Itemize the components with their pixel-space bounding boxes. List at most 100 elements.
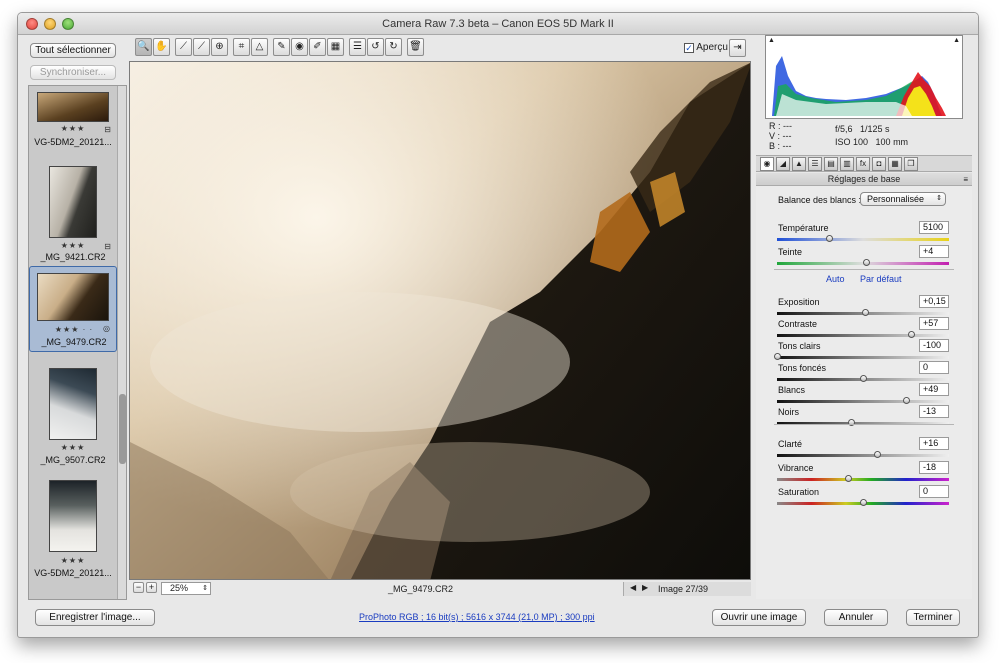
saturation-slider[interactable] <box>777 499 949 506</box>
zoom-in-button[interactable]: + <box>146 582 157 593</box>
white-balance-icon[interactable]: ⟋ <box>175 38 192 56</box>
synchronize-button[interactable]: Synchroniser... <box>30 65 116 80</box>
temperature-slider[interactable] <box>777 235 949 242</box>
zoom-level-select[interactable]: 25% ⇕ <box>161 582 211 595</box>
filmstrip-item-selected[interactable]: ★★★ · · ◎ _MG_9479.CR2 <box>29 266 117 352</box>
spot-removal-icon[interactable]: ✎ <box>273 38 290 56</box>
tab-tone-curve[interactable]: ◢ <box>776 157 790 171</box>
color-sampler-icon[interactable]: ⟋ <box>193 38 210 56</box>
exposition-value-field[interactable]: +0,15 <box>919 295 949 308</box>
filmstrip-item[interactable]: ★★★ VG-5DM2_20121... <box>29 474 117 578</box>
auto-link[interactable]: Auto <box>826 274 845 284</box>
saturation-value-field[interactable]: 0 <box>919 485 949 498</box>
tons-fonces-value-field[interactable]: 0 <box>919 361 949 374</box>
tons-clairs-slider-handle[interactable] <box>774 353 781 360</box>
open-image-button[interactable]: Ouvrir une image <box>712 609 806 626</box>
exposition-slider[interactable] <box>777 309 949 316</box>
teinte-slider[interactable] <box>777 259 949 266</box>
noirs-value-field[interactable]: -13 <box>919 405 949 418</box>
previous-image-icon[interactable]: ◀ <box>630 583 636 592</box>
done-button[interactable]: Terminer <box>906 609 960 626</box>
clarte-slider-handle[interactable] <box>873 451 881 458</box>
list-icon[interactable]: ☰ <box>349 38 366 56</box>
panel-title: Réglages de base ≡ <box>756 173 972 186</box>
blancs-value-field[interactable]: +49 <box>919 383 949 396</box>
trash-icon[interactable]: 🗑 <box>407 38 424 56</box>
close-window-button[interactable] <box>26 18 38 30</box>
save-image-button[interactable]: Enregistrer l'image... <box>35 609 155 626</box>
zoom-level-value: 25% <box>170 583 189 593</box>
image-preview[interactable] <box>129 61 751 580</box>
vibrance-value-field[interactable]: -18 <box>919 461 949 474</box>
shadow-clipping-icon[interactable]: ▲ <box>768 37 775 44</box>
scrollbar-thumb[interactable] <box>119 394 126 464</box>
graduated-filter-icon[interactable]: ▦ <box>327 38 344 56</box>
zoom-icon[interactable]: 🔍 <box>135 38 152 56</box>
tons-clairs-slider[interactable] <box>774 353 949 360</box>
clarte-label: Clarté <box>778 439 803 449</box>
workflow-options-link[interactable]: ProPhoto RGB ; 16 bit(s) ; 5616 x 3744 (… <box>359 612 595 622</box>
clarte-slider[interactable] <box>777 451 949 458</box>
target-adjust-icon[interactable]: ⊕ <box>211 38 228 56</box>
tab-split-toning[interactable]: ▤ <box>824 157 838 171</box>
panel-menu-icon[interactable]: ≡ <box>963 173 968 186</box>
adjustment-brush-icon[interactable]: ✐ <box>309 38 326 56</box>
straighten-icon[interactable]: △ <box>251 38 268 56</box>
tab-effects[interactable]: fx <box>856 157 870 171</box>
next-image-icon[interactable]: ▶ <box>642 583 648 592</box>
temperature-label: Température <box>778 223 829 233</box>
contraste-slider[interactable] <box>777 331 949 338</box>
r-value: --- <box>783 121 793 131</box>
filmstrip-item[interactable]: ★★★ ⊟ VG-5DM2_20121... <box>29 86 117 147</box>
teinte-value-field[interactable]: +4 <box>919 245 949 258</box>
default-link[interactable]: Par défaut <box>860 274 902 284</box>
histogram-graph <box>772 56 946 116</box>
saturation-label: Saturation <box>778 487 820 497</box>
vibrance-slider[interactable] <box>777 475 949 482</box>
tab-presets[interactable]: ▦ <box>888 157 902 171</box>
temperature-value-field[interactable]: 5100 <box>919 221 949 234</box>
exposition-slider-handle[interactable] <box>861 309 869 316</box>
blancs-slider[interactable] <box>777 397 949 404</box>
filmstrip-item[interactable]: ★★★ ⊟ _MG_9421.CR2 <box>29 156 117 262</box>
tab-detail[interactable]: ▲ <box>792 157 806 171</box>
minimize-window-button[interactable] <box>44 18 56 30</box>
cancel-button[interactable]: Annuler <box>824 609 888 626</box>
zoom-out-button[interactable]: − <box>133 582 144 593</box>
tons-clairs-value-field[interactable]: -100 <box>919 339 949 352</box>
tab-hsl[interactable]: ☰ <box>808 157 822 171</box>
clarte-value-field[interactable]: +16 <box>919 437 949 450</box>
contraste-slider-handle[interactable] <box>908 331 916 338</box>
tab-camera-calibration[interactable]: ◘ <box>872 157 886 171</box>
tab-lens-corrections[interactable]: ▥ <box>840 157 854 171</box>
teinte-slider-handle[interactable] <box>863 259 871 266</box>
noirs-label: Noirs <box>778 407 800 417</box>
crop-icon[interactable]: ⌗ <box>233 38 250 56</box>
preview-checkbox[interactable]: ✓ <box>684 43 694 53</box>
rotate-right-icon[interactable]: ↻ <box>385 38 402 56</box>
preview-toggle[interactable]: ✓ Aperçu <box>684 42 728 53</box>
rgb-readout: R : --- V : --- B : --- <box>769 121 792 151</box>
blancs-slider-handle[interactable] <box>903 397 910 404</box>
tab-basic[interactable]: ◉ <box>760 157 774 171</box>
saturation-slider-handle[interactable] <box>860 499 867 506</box>
hand-icon[interactable]: ✋ <box>153 38 170 56</box>
tons-fonces-slider[interactable] <box>777 375 949 382</box>
temperature-slider-handle[interactable] <box>825 235 833 242</box>
tons-fonces-slider-handle[interactable] <box>860 375 867 382</box>
highlight-clipping-icon[interactable]: ▲ <box>953 37 960 44</box>
zoom-window-button[interactable] <box>62 18 74 30</box>
filmstrip-scrollbar[interactable] <box>117 86 126 599</box>
b-label: B : <box>769 141 781 151</box>
contraste-value-field[interactable]: +57 <box>919 317 949 330</box>
histogram: ▲ ▲ <box>765 35 963 119</box>
filmstrip-item[interactable]: ★★★ _MG_9507.CR2 <box>29 362 117 465</box>
white-balance-select[interactable]: Personnalisée ⇕ <box>860 192 946 206</box>
vibrance-slider-handle[interactable] <box>844 475 852 482</box>
tab-snapshots[interactable]: ❐ <box>904 157 918 171</box>
fullscreen-toggle-icon[interactable]: ⇥ <box>729 39 746 57</box>
rotate-left-icon[interactable]: ↺ <box>367 38 384 56</box>
select-all-button[interactable]: Tout sélectionner <box>30 43 116 58</box>
preview-status-bar: − + 25% ⇕ _MG_9479.CR2 ◀ ▶ Image 27/39 <box>129 581 751 597</box>
red-eye-icon[interactable]: ◉ <box>291 38 308 56</box>
